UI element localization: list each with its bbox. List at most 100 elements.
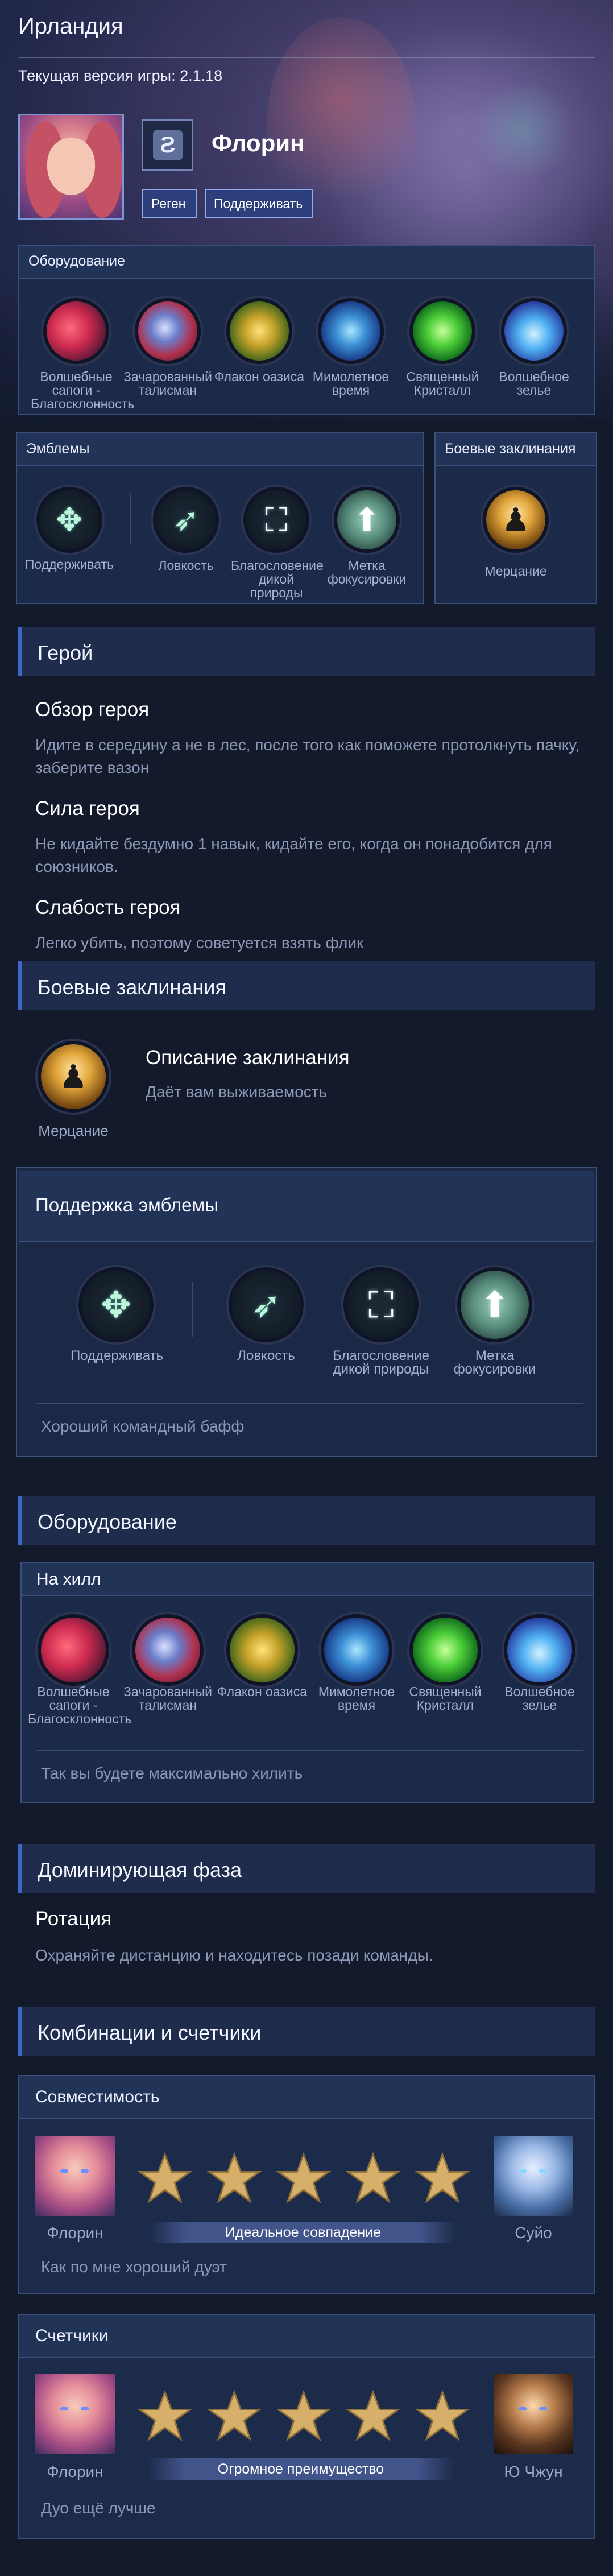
- item-label: Флакон оазиса: [217, 1684, 308, 1699]
- item-label: Волшебные сапоги - Благосклонность: [28, 1684, 132, 1726]
- tag-support[interactable]: Поддерживать: [205, 189, 313, 218]
- potion-icon[interactable]: [502, 1612, 578, 1688]
- boots-icon[interactable]: [35, 1612, 111, 1688]
- hero-name: Флорин: [212, 130, 305, 156]
- flicker-icon[interactable]: ♟: [481, 485, 551, 555]
- support-role-icon[interactable]: Ƨ: [142, 119, 193, 171]
- wild-blessing-icon[interactable]: ⛶: [341, 1265, 421, 1345]
- crystal-icon[interactable]: [407, 1612, 483, 1688]
- emblem-note: Хороший командный бафф: [41, 1417, 245, 1435]
- section-header-hero: Герой: [18, 627, 595, 676]
- emblem-label: Поддерживать: [24, 557, 114, 572]
- emblem-label: Метка фокусировки: [453, 1348, 536, 1377]
- match-label: Огромное преимущество: [217, 2461, 384, 2477]
- emblem-label: Метка фокусировки: [327, 558, 407, 586]
- item-label: Волшебное зелье: [499, 369, 569, 398]
- emblems-panel-title: Эмблемы: [17, 433, 423, 466]
- flask-icon[interactable]: [224, 1612, 300, 1688]
- spell-desc-title: Описание заклинания: [146, 1047, 350, 1069]
- focus-mark-icon[interactable]: ⬆: [332, 485, 402, 555]
- talisman-icon[interactable]: [130, 1612, 206, 1688]
- hero-weakness-title: Слабость героя: [35, 896, 181, 919]
- agility-icon[interactable]: ➶: [151, 485, 221, 555]
- match-label: Идеальное совпадение: [225, 2224, 382, 2240]
- item-label: Флакон оазиса: [214, 369, 305, 384]
- star-icon: [415, 2389, 470, 2443]
- star-icon: [206, 2389, 262, 2443]
- rotation-title: Ротация: [35, 1908, 112, 1930]
- hero-strength-title: Сила героя: [35, 797, 140, 820]
- emblem-section-header: Поддержка эмблемы: [19, 1171, 594, 1242]
- spell-label: Мерцание: [484, 564, 547, 578]
- boots-icon[interactable]: [41, 296, 111, 366]
- emblem-label: Благословение дикой природы: [333, 1348, 429, 1377]
- section-header-spells: Боевые заклинания: [18, 961, 595, 1010]
- page-title: Ирландия: [18, 14, 123, 39]
- star-icon: [345, 2389, 401, 2443]
- emblem-section-title: Поддержка эмблемы: [35, 1194, 218, 1215]
- item-label: Зачарованный талисман: [123, 1684, 213, 1713]
- hourglass-icon[interactable]: [316, 296, 386, 366]
- item-label: Священный Кристалл: [409, 1684, 482, 1713]
- section-header-combos: Комбинации и счетчики: [18, 2007, 595, 2056]
- item-label: Волшебное зелье: [504, 1684, 575, 1713]
- emblem-label: Благословение дикой природы: [231, 558, 324, 600]
- star-icon: [137, 2151, 193, 2206]
- hero-portrait-yu-zhong[interactable]: [494, 2374, 573, 2454]
- hero-portrait-florin[interactable]: [35, 2374, 115, 2454]
- spells-panel-title: Боевые заклинания: [436, 433, 596, 466]
- emblem-label: Ловкость: [237, 1348, 295, 1363]
- build-note: Так вы будете максимально хилить: [41, 1764, 303, 1782]
- spell-label: Мерцание: [38, 1122, 109, 1139]
- build-title: На хилл: [36, 1570, 101, 1589]
- star-icon: [345, 2151, 401, 2206]
- agility-icon[interactable]: ➶: [226, 1265, 306, 1345]
- star-icon: [276, 2151, 332, 2206]
- section-header-equipment: Оборудование: [18, 1496, 595, 1545]
- star-icon: [137, 2389, 193, 2443]
- banner-glow-spirit: [466, 85, 580, 176]
- potion-icon[interactable]: [499, 296, 569, 366]
- tag-regen[interactable]: Реген: [142, 189, 197, 218]
- title-divider: [18, 57, 595, 58]
- support-emblem-icon[interactable]: ✥: [76, 1265, 156, 1345]
- emblem-divider: [192, 1282, 193, 1337]
- emblem-divider: [130, 494, 131, 545]
- wild-blessing-icon[interactable]: ⛶: [241, 485, 312, 555]
- hero-portrait[interactable]: [18, 114, 124, 220]
- hero-strength-text: Не кидайте бездумно 1 навык, кидайте его…: [35, 835, 552, 875]
- equipment-panel-title: Оборудование: [19, 246, 594, 279]
- hero-portrait-florin[interactable]: [35, 2136, 115, 2216]
- support-emblem-icon[interactable]: ✥: [34, 485, 105, 555]
- hourglass-icon[interactable]: [318, 1612, 395, 1688]
- match-label-bar: Идеальное совпадение: [150, 2222, 456, 2243]
- section-header-phase: Доминирующая фаза: [18, 1844, 595, 1893]
- spell-desc-text: Даёт вам выживаемость: [146, 1083, 328, 1101]
- item-label: Мимолетное время: [312, 369, 390, 398]
- match-label-bar: Огромное преимущество: [148, 2458, 454, 2480]
- hero-name-right: Ю Чжун: [504, 2463, 563, 2480]
- emblem-label: Поддерживать: [71, 1348, 164, 1363]
- focus-mark-icon[interactable]: ⬆: [455, 1265, 535, 1345]
- compat-note: Как по мне хороший дуэт: [41, 2258, 227, 2276]
- star-icon: [276, 2389, 332, 2443]
- item-label: Священный Кристалл: [406, 369, 479, 398]
- divider: [36, 1403, 583, 1404]
- hero-name-left: Флорин: [47, 2224, 103, 2242]
- counters-title: Счетчики: [19, 2315, 594, 2358]
- hero-name-left: Флорин: [47, 2463, 103, 2480]
- crystal-icon[interactable]: [407, 296, 478, 366]
- emblem-label: Ловкость: [158, 558, 214, 573]
- talisman-icon[interactable]: [132, 296, 203, 366]
- item-label: Мимолетное время: [318, 1684, 395, 1713]
- counters-note: Дуо ещё лучше: [41, 2499, 156, 2517]
- hero-portrait-suyo[interactable]: [494, 2136, 573, 2216]
- divider: [36, 1750, 583, 1751]
- item-label: Волшебные сапоги - Благосклонность: [31, 369, 135, 411]
- item-label: Зачарованный талисман: [123, 369, 213, 398]
- flicker-icon[interactable]: ♟: [35, 1039, 111, 1115]
- hero-weakness-text: Легко убить, поэтому советуется взять фл…: [35, 934, 364, 952]
- flask-icon[interactable]: [224, 296, 295, 366]
- build-panel-header: На хилл: [22, 1563, 593, 1596]
- hero-overview-title: Обзор героя: [35, 698, 150, 721]
